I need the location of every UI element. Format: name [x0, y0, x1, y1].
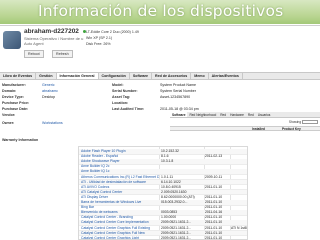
device-top-info: LT-Eddie Core 2 Duo (2000) 1.49 Win XP (…	[86, 29, 139, 47]
refresh-button[interactable]: Refresh	[52, 50, 73, 58]
reboot-button[interactable]: Reboot	[24, 50, 44, 58]
tab-software[interactable]: Software	[130, 73, 153, 79]
slide-title: Información de los dispositivos	[38, 2, 284, 20]
tab-management[interactable]: Gestión	[36, 73, 57, 79]
software-panel-tabs: Software Red Neighborhood Red Hardware R…	[170, 112, 320, 118]
device-header: abraham-d227202 Sistema Operativo / Nomb…	[0, 26, 320, 72]
tab-sw-network[interactable]: Red	[218, 112, 228, 117]
tab-configuration[interactable]: Configuración	[99, 73, 130, 79]
tab-sw-hardware[interactable]: Hardware	[228, 112, 246, 117]
tab-sw-users[interactable]: Usuarios	[256, 112, 273, 117]
info-row: Owner: Workstations	[2, 121, 63, 125]
info-row: Last Audited Time: 2011-05-18 @ 03:34 pm	[112, 107, 199, 111]
software-header-row: Installed Product Key	[170, 126, 320, 131]
tab-sw-software[interactable]: Software	[170, 112, 188, 117]
col-product-key: Product Key	[282, 127, 301, 131]
warranty-heading: Warranty Information	[2, 138, 39, 142]
tab-event-log[interactable]: Libro de Eventos	[0, 73, 37, 79]
device-overview-screenshot: abraham-d227202 Sistema Operativo / Nomb…	[0, 25, 320, 143]
software-panel: Software Red Neighborhood Red Hardware R…	[170, 112, 320, 142]
device-icon	[3, 31, 21, 49]
device-tabs: Libro de Eventos Gestión Información Gen…	[0, 72, 320, 80]
software-row[interactable]: Catalyst Control Center Graphics Light 20…	[79, 235, 247, 240]
device-status: Auto Agent	[24, 41, 44, 46]
info-row: Vendor:	[2, 113, 16, 117]
title-banner: Información de los dispositivos	[0, 0, 320, 24]
software-name[interactable]: Catalyst Control Center Graphics Light	[81, 236, 159, 239]
software-table-screenshot: Adobe Flash Player 10 Plugin 10.2.152.32 A…	[78, 146, 248, 240]
disk-info: Disk Free: 26%	[86, 42, 111, 46]
tab-memo[interactable]: Memo	[191, 73, 209, 79]
install-date: 2011-01-10	[205, 235, 223, 240]
software-version: 2009.0521.1631.2...	[161, 235, 192, 240]
tab-general-info[interactable]: Información General	[56, 73, 99, 79]
tab-accessories-network[interactable]: Red de Accesorios	[152, 73, 192, 79]
tab-sw-neighborhood[interactable]: Red Neighborhood	[187, 112, 218, 117]
show-filter[interactable]: Showing	[289, 120, 318, 125]
device-name: abraham-d227202	[24, 28, 79, 35]
col-installed: Installed	[252, 127, 265, 131]
tab-alerts[interactable]: Alertas/Eventos	[209, 73, 243, 79]
show-dropdown[interactable]	[302, 120, 318, 125]
tab-sw-network-2[interactable]: Red	[246, 112, 256, 117]
